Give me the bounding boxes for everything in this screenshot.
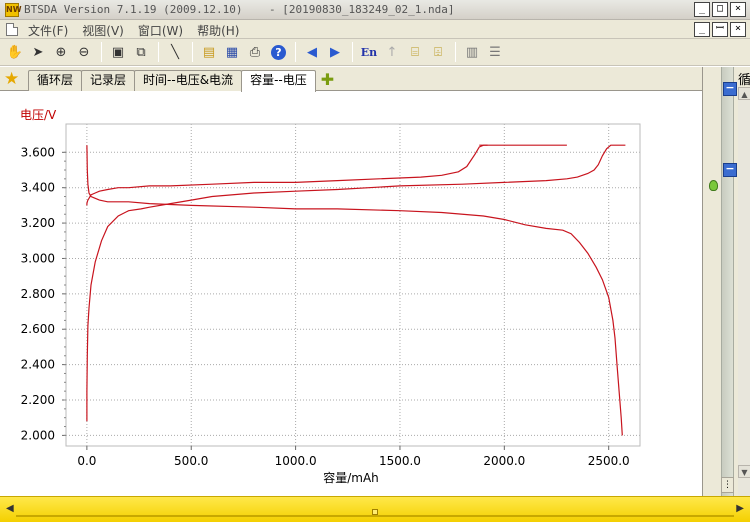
x-tick-label: 1000.0 [275, 454, 317, 468]
y-tick-label: 3.600 [21, 145, 55, 159]
child-restore-button[interactable]: ꟷ [712, 22, 728, 37]
zoom-out-icon[interactable]: ⊖ [73, 41, 95, 63]
chart-pane[interactable]: 0.0 500.0 1000.0 1500.0 2000.0 2500.0 2.000 2.2… [0, 92, 702, 496]
y-tick-label: 3.200 [21, 216, 55, 230]
menu-bar: 文件(F) 视图(V) 窗口(W) 帮助(H) _ ꟷ × [0, 20, 750, 39]
y-axis-label: 电压/V [20, 108, 57, 122]
y-tick-label: 3.400 [21, 181, 55, 195]
y-tick-label: 2.000 [21, 428, 55, 442]
y-tick-label: 2.800 [21, 287, 55, 301]
toolbar: ✋ ➤ ⊕ ⊖ ▣ ⧉ ╲ ▤ ▦ ⎙ ? ◀ ▶ En ↑ ⌸ ⌹ ▥ ☰ [0, 39, 750, 66]
title-bar: NW BTSDA Version 7.1.19 (2009.12.10) - [… [0, 0, 750, 20]
open-folder-icon[interactable]: ▤ [198, 41, 220, 63]
status-bulb-icon [709, 180, 718, 191]
horizontal-scroll-bar[interactable]: ◀ ▶ [0, 496, 750, 522]
right-panel-scrollbar[interactable]: ▲ ▼ [738, 87, 750, 496]
toolbar-separator [455, 42, 456, 62]
collapse-top-button[interactable]: − [723, 82, 737, 96]
grid-icon[interactable]: ▥ [461, 41, 483, 63]
toolbar-separator [158, 42, 159, 62]
language-icon[interactable]: En [358, 41, 380, 63]
x-tick-label: 1500.0 [379, 454, 421, 468]
dock-splitter[interactable] [721, 67, 734, 496]
x-tick-label: 2000.0 [483, 454, 525, 468]
x-tick-label: 2500.0 [588, 454, 630, 468]
reset-icon[interactable]: ▣ [107, 41, 129, 63]
y-tick-label: 3.000 [21, 251, 55, 265]
document-icon[interactable] [6, 23, 18, 36]
forward-icon[interactable]: ▶ [324, 41, 346, 63]
collapse-middle-button[interactable]: − [723, 163, 737, 177]
y-tick-label: 2.400 [21, 358, 55, 372]
tab-strip: ★ 循环层 记录层 时间--电压&电流 容量--电压 ✚ [0, 67, 702, 92]
hand-icon[interactable]: ✋ [4, 41, 26, 63]
menu-help[interactable]: 帮助(H) [197, 22, 239, 39]
close-button[interactable]: × [730, 2, 746, 17]
zoom-in-icon[interactable]: ⊕ [50, 41, 72, 63]
menu-window[interactable]: 窗口(W) [138, 22, 183, 39]
tab-cycle-layer[interactable]: 循环层 [28, 70, 83, 91]
help-icon[interactable]: ? [271, 44, 286, 60]
menu-file[interactable]: 文件(F) [28, 22, 68, 39]
toolbar-separator [352, 42, 353, 62]
capacity-voltage-chart[interactable]: 0.0 500.0 1000.0 1500.0 2000.0 2500.0 2.000 2.2… [0, 92, 702, 496]
minimize-button[interactable]: _ [694, 2, 710, 17]
right-panel-label: 循 [738, 73, 750, 88]
copy-chart-icon[interactable]: ⧉ [130, 41, 152, 63]
scroll-track [16, 515, 734, 517]
up-arrow-icon: ↑ [386, 44, 398, 60]
print-icon[interactable]: ⎙ [244, 41, 266, 63]
child-minimize-button[interactable]: _ [694, 22, 710, 37]
tab-record-layer[interactable]: 记录层 [81, 70, 136, 91]
y-tick-label: 2.600 [21, 322, 55, 336]
tab-time-voltage-current[interactable]: 时间--电压&电流 [134, 70, 243, 91]
maximize-button[interactable]: □ [712, 2, 728, 17]
scroll-thumb[interactable] [372, 509, 378, 515]
scroll-up-arrow-icon[interactable]: ▲ [738, 87, 750, 100]
tab-capacity-voltage[interactable]: 容量--电压 [241, 70, 316, 92]
x-axis-label: 容量/mAh [323, 470, 379, 485]
series-line-4 [86, 144, 626, 422]
save-icon[interactable]: ▦ [221, 41, 243, 63]
toolbar-separator [295, 42, 296, 62]
pointer-icon[interactable]: ➤ [27, 41, 49, 63]
add-tab-icon[interactable]: ✚ [321, 70, 334, 92]
y-tick-label: 2.200 [21, 393, 55, 407]
menu-view[interactable]: 视图(V) [82, 22, 124, 39]
export-table-icon[interactable]: ⌹ [427, 41, 449, 63]
scroll-down-arrow-icon[interactable]: ▼ [738, 465, 750, 478]
back-icon[interactable]: ◀ [301, 41, 323, 63]
x-tick-label: 0.0 [77, 454, 96, 468]
child-close-button[interactable]: × [730, 22, 746, 37]
list-icon[interactable]: ☰ [484, 41, 506, 63]
toolbar-separator [101, 42, 102, 62]
series-line-1 [86, 144, 488, 206]
splitter-handle-icon[interactable]: ⋮ [721, 477, 734, 493]
scroll-left-arrow-icon[interactable]: ◀ [6, 503, 14, 514]
export-excel-icon[interactable]: ⌸ [404, 41, 426, 63]
plot-frame [65, 123, 641, 447]
x-tick-label: 500.0 [174, 454, 208, 468]
toolbar-separator [192, 42, 193, 62]
favorite-star-icon[interactable]: ★ [4, 69, 19, 89]
app-logo-icon: NW [5, 3, 22, 17]
pen-icon[interactable]: ╲ [164, 41, 186, 63]
right-dock-panel: − − 循 ▲ ▼ ⋮ [702, 67, 750, 496]
scroll-right-arrow-icon[interactable]: ▶ [736, 503, 744, 514]
window-title: BTSDA Version 7.1.19 (2009.12.10) - [201… [24, 3, 455, 16]
